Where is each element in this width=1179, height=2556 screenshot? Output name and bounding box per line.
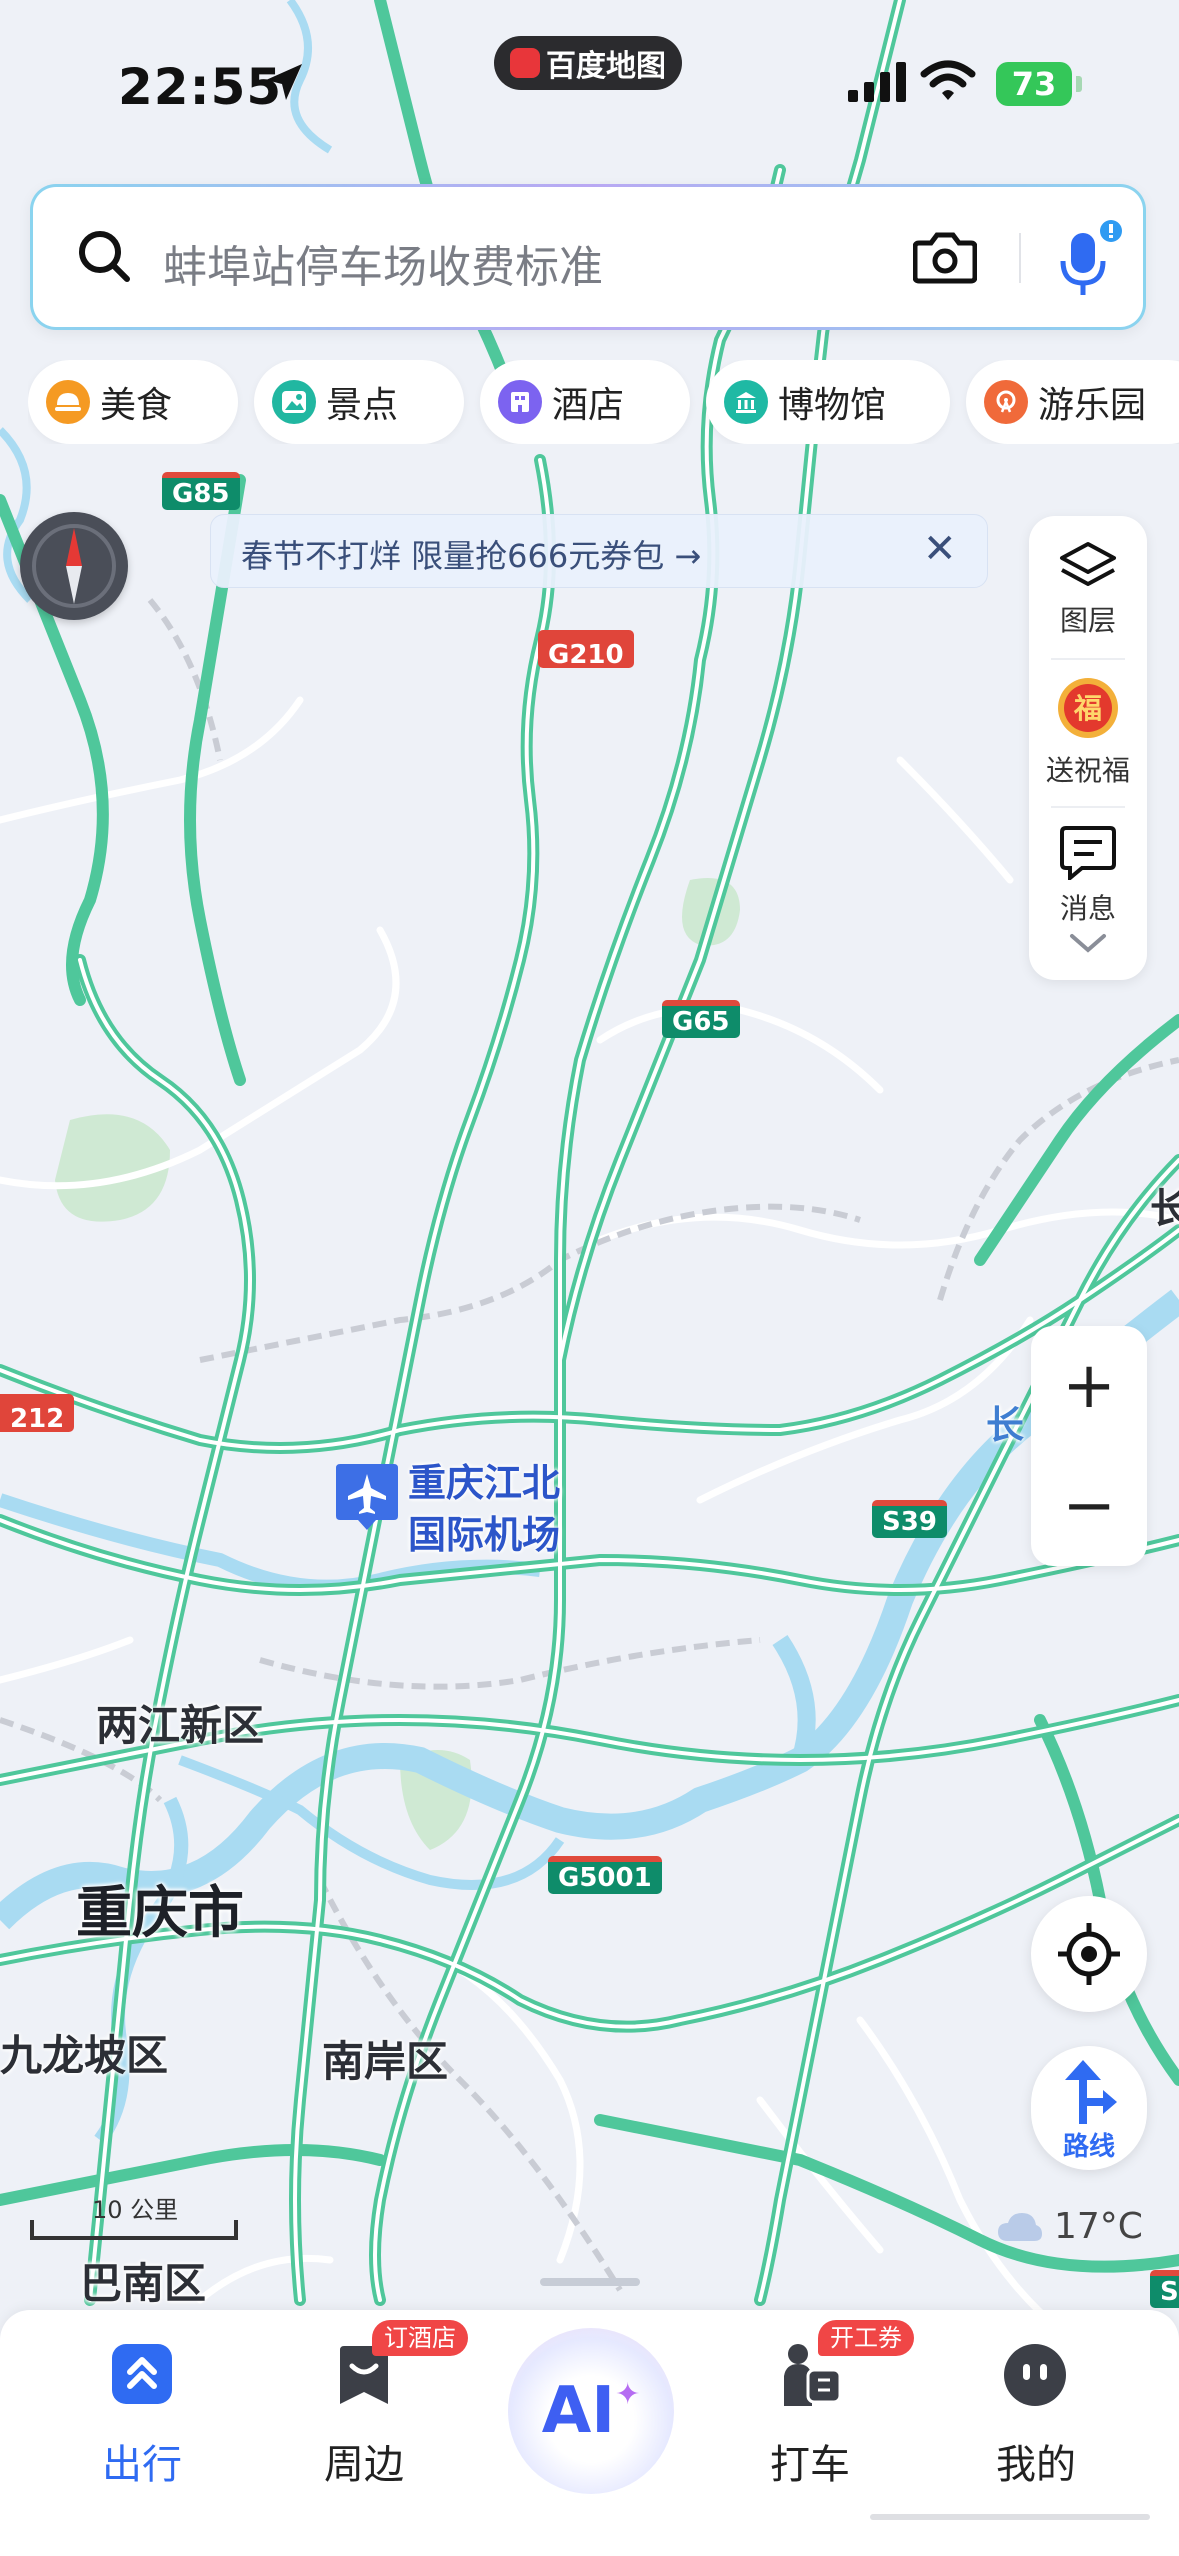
- zoom-out-button[interactable]: −: [1031, 1446, 1147, 1566]
- hotel-badge: 订酒店: [372, 2320, 468, 2356]
- chip-label: 景点: [326, 385, 399, 426]
- tab-label: 我的: [996, 2442, 1076, 2488]
- clock: 22:55: [118, 58, 283, 116]
- highway-shield-g210: G210: [538, 630, 634, 670]
- search-icon: [79, 231, 130, 282]
- route-label: 路线: [1062, 2132, 1115, 2162]
- sparkle-icon: ✦: [615, 2376, 641, 2412]
- ai-label: AI: [541, 2374, 616, 2448]
- layers-label: 图层: [1059, 604, 1116, 637]
- battery-indicator: 73: [996, 62, 1072, 106]
- district-label-nanan: 南岸区: [322, 2037, 449, 2086]
- mic-icon[interactable]: [1053, 217, 1123, 301]
- close-icon[interactable]: ✕: [923, 529, 957, 569]
- expand-panel-button[interactable]: [1029, 930, 1147, 963]
- app-name: 百度地图: [546, 49, 666, 84]
- highway-shield-s39: S39: [872, 1500, 947, 1538]
- highway-shield-g5001: G5001: [548, 1856, 662, 1894]
- district-label-banan: 巴南区: [80, 2259, 207, 2308]
- tab-label: 周边: [324, 2442, 404, 2488]
- chip-label: 酒店: [552, 385, 625, 426]
- chip-label: 游乐园: [1038, 385, 1147, 426]
- food-icon: [46, 380, 90, 424]
- tab-label: 打车: [770, 2442, 850, 2488]
- highway-shield-g65: G65: [662, 1000, 740, 1038]
- panel-divider: [1051, 658, 1125, 660]
- cellular-signal-icon: [848, 62, 906, 102]
- hotel-icon: [498, 380, 542, 424]
- camera-icon[interactable]: [913, 229, 977, 285]
- district-label-jiulongpo: 九龙坡区: [0, 2031, 169, 2080]
- district-label-liangjiang: 两江新区: [96, 1701, 265, 1750]
- tab-label: 出行: [102, 2442, 182, 2488]
- temperature: 17°C: [1054, 2206, 1143, 2247]
- messages-button[interactable]: 消息: [1029, 824, 1147, 927]
- route-button[interactable]: 路线: [1031, 2046, 1147, 2170]
- battery-level: 73: [1011, 65, 1057, 103]
- category-chips: 美食 景点 酒店 博物馆 游乐园: [28, 360, 1179, 444]
- zoom-control: + −: [1031, 1326, 1147, 1566]
- status-bar: 22:55 百度地图 73: [0, 0, 1179, 170]
- ai-assistant-button[interactable]: AI ✦: [508, 2328, 674, 2494]
- panel-divider: [1051, 806, 1125, 808]
- location-arrow-icon: [266, 64, 302, 100]
- highway-shield-212: 212: [0, 1394, 75, 1434]
- weather-widget[interactable]: 17°C: [996, 2206, 1143, 2247]
- attraction-icon: [272, 380, 316, 424]
- chip-label: 博物馆: [778, 385, 887, 426]
- wifi-icon: [920, 60, 976, 100]
- zoom-in-button[interactable]: +: [1031, 1326, 1147, 1446]
- cloud-icon: [998, 2212, 1042, 2241]
- chip-amusement-parks[interactable]: 游乐园: [966, 360, 1179, 444]
- chevron-down-icon: [1070, 934, 1106, 953]
- ferris-wheel-icon: [984, 380, 1028, 424]
- messages-label: 消息: [1059, 892, 1116, 925]
- chip-attractions[interactable]: 景点: [254, 360, 464, 444]
- profile-face-icon: [1004, 2344, 1066, 2406]
- watermark-mark: [870, 2514, 1150, 2520]
- baidu-map-logo-icon: [510, 48, 540, 78]
- svg-text:福: 福: [1073, 692, 1102, 725]
- travel-icon: [112, 2344, 172, 2404]
- chip-food[interactable]: 美食: [28, 360, 238, 444]
- greeting-label: 送祝福: [1045, 754, 1130, 787]
- airport-icon[interactable]: [334, 1460, 400, 1532]
- city-label-chongqing: 重庆市: [76, 1881, 244, 1946]
- promo-banner[interactable]: 春节不打烊 限量抢666元券包 → ✕: [210, 514, 988, 588]
- layers-button[interactable]: 图层: [1029, 540, 1147, 639]
- museum-icon: [724, 380, 768, 424]
- chip-museums[interactable]: 博物馆: [706, 360, 950, 444]
- message-icon: [1060, 826, 1116, 883]
- airport-label-line1[interactable]: 重庆江北: [408, 1452, 560, 1507]
- map-tools-panel: 图层 福 送祝福 消息: [1029, 516, 1147, 980]
- locate-me-button[interactable]: [1031, 1896, 1147, 2012]
- greeting-fu-icon: 福: [1058, 678, 1118, 738]
- chip-hotels[interactable]: 酒店: [480, 360, 690, 444]
- search-divider: [1019, 233, 1021, 283]
- battery-nub: [1076, 76, 1082, 92]
- search-input[interactable]: 蚌埠站停车场收费标准: [163, 231, 603, 295]
- crosshair-icon: [1058, 1923, 1120, 1985]
- layers-icon: [1060, 542, 1116, 586]
- highway-shield-s-edge: S: [1150, 2270, 1179, 2308]
- app-indicator-pill[interactable]: 百度地图: [494, 36, 682, 90]
- highway-shield-g85: G85: [162, 472, 240, 510]
- river-label-chang: 长: [986, 1403, 1025, 1447]
- drag-handle[interactable]: [540, 2278, 640, 2286]
- scale-bar: [30, 2220, 238, 2240]
- edge-label-chang: 长: [1150, 1186, 1179, 1232]
- compass-button[interactable]: [20, 512, 128, 620]
- chip-label: 美食: [100, 385, 173, 426]
- airport-label-line2[interactable]: 国际机场: [408, 1504, 560, 1559]
- route-arrow-icon: [1065, 2060, 1117, 2124]
- search-bar[interactable]: 蚌埠站停车场收费标准: [30, 184, 1146, 330]
- send-greeting-button[interactable]: 福 送祝福: [1029, 672, 1147, 789]
- compass-icon: [32, 524, 116, 608]
- coupon-badge: 开工券: [818, 2320, 914, 2356]
- promo-banner-text[interactable]: 春节不打烊 限量抢666元券包 →: [241, 531, 701, 577]
